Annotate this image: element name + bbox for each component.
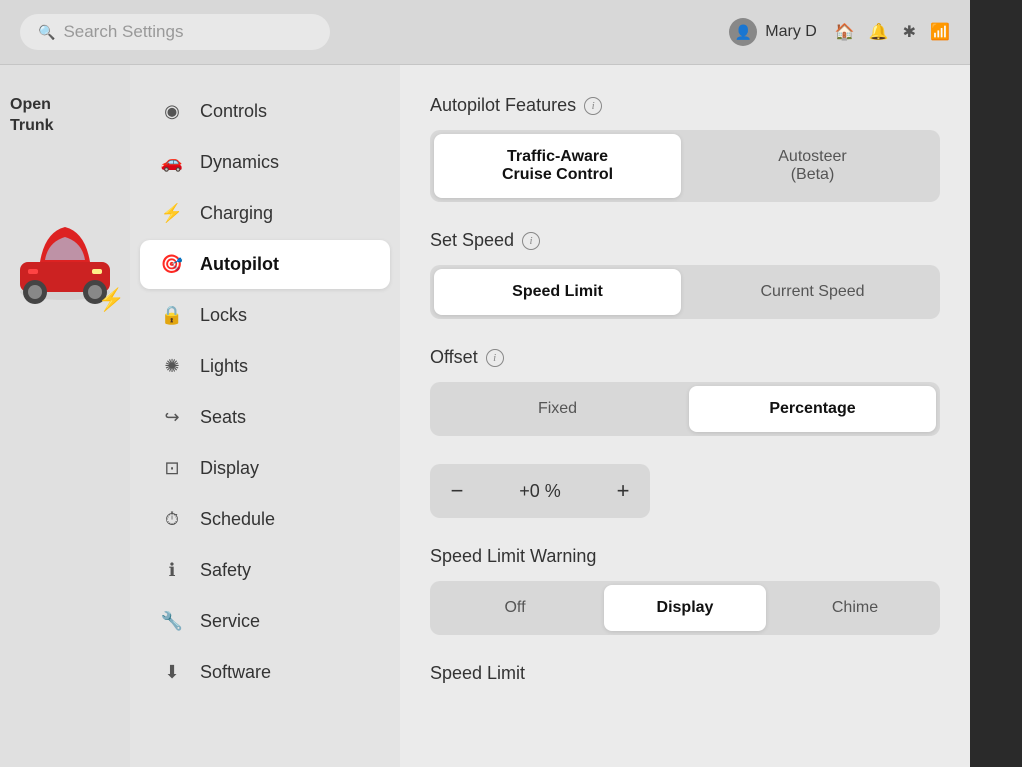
sidebar-item-charging[interactable]: ⚡ Charging — [140, 189, 390, 238]
top-bar: 🔍 Search Settings 👤 Mary D 🏠 🔔 ✱ 📶 — [0, 0, 970, 65]
sidebar-label-service: Service — [200, 611, 260, 632]
current-speed-btn[interactable]: Current Speed — [689, 269, 936, 315]
locks-icon: 🔒 — [160, 305, 184, 326]
username: Mary D — [765, 23, 817, 41]
top-icons: 🏠 🔔 ✱ 📶 — [835, 22, 950, 42]
fixed-btn[interactable]: Fixed — [434, 386, 681, 432]
sidebar-label-software: Software — [200, 662, 271, 683]
safety-icon: ℹ — [160, 560, 184, 581]
traffic-aware-cruise-control-btn[interactable]: Traffic-AwareCruise Control — [434, 134, 681, 198]
bell-icon[interactable]: 🔔 — [869, 22, 889, 42]
home-icon[interactable]: 🏠 — [835, 22, 855, 42]
controls-icon: ◉ — [160, 101, 184, 122]
sidebar-item-dynamics[interactable]: 🚗 Dynamics — [140, 138, 390, 187]
main-content: Autopilot Features i Traffic-AwareCruise… — [400, 65, 970, 767]
charging-icon: ⚡ — [160, 203, 184, 224]
sidebar-item-seats[interactable]: ↪ Seats — [140, 393, 390, 442]
sidebar-label-dynamics: Dynamics — [200, 152, 279, 173]
sidebar-label-charging: Charging — [200, 203, 273, 224]
search-area[interactable]: 🔍 Search Settings — [20, 14, 330, 50]
display-btn[interactable]: Display — [604, 585, 766, 631]
signal-icon: 📶 — [930, 22, 950, 42]
autopilot-features-info-icon[interactable]: i — [584, 97, 602, 115]
search-input[interactable]: Search Settings — [63, 22, 183, 42]
sidebar-item-safety[interactable]: ℹ Safety — [140, 546, 390, 595]
sidebar-item-lights[interactable]: ✺ Lights — [140, 342, 390, 391]
sidebar-item-display[interactable]: ⊡ Display — [140, 444, 390, 493]
lightning-bolt-icon: ⚡ — [98, 287, 125, 313]
software-icon: ⬇ — [160, 662, 184, 683]
top-bar-right: 👤 Mary D 🏠 🔔 ✱ 📶 — [729, 18, 950, 46]
autosteer-beta-btn[interactable]: Autosteer(Beta) — [689, 134, 936, 198]
chime-btn[interactable]: Chime — [774, 585, 936, 631]
user-info: 👤 Mary D — [729, 18, 817, 46]
autopilot-icon: 🎯 — [160, 254, 184, 275]
service-icon: 🔧 — [160, 611, 184, 632]
open-trunk-label: OpenTrunk — [10, 95, 130, 137]
speed-limit-warning-title: Speed Limit Warning — [430, 546, 940, 567]
sidebar-item-locks[interactable]: 🔒 Locks — [140, 291, 390, 340]
bluetooth-icon[interactable]: ✱ — [903, 22, 916, 42]
speed-limit-warning-group: Off Display Chime — [430, 581, 940, 635]
avatar: 👤 — [729, 18, 757, 46]
stepper-minus-btn[interactable]: − — [430, 464, 484, 518]
search-icon: 🔍 — [38, 24, 55, 41]
sidebar-item-service[interactable]: 🔧 Service — [140, 597, 390, 646]
speed-limit-btn[interactable]: Speed Limit — [434, 269, 681, 315]
autopilot-features-group: Traffic-AwareCruise Control Autosteer(Be… — [430, 130, 940, 202]
sidebar-item-schedule[interactable]: ⏱ Schedule — [140, 495, 390, 544]
sidebar-item-autopilot[interactable]: 🎯 Autopilot — [140, 240, 390, 289]
sidebar-item-software[interactable]: ⬇ Software — [140, 648, 390, 697]
car-panel: OpenTrunk ⚡ — [0, 65, 130, 767]
sidebar-item-controls[interactable]: ◉ Controls — [140, 87, 390, 136]
sidebar-label-controls: Controls — [200, 101, 267, 122]
set-speed-group: Speed Limit Current Speed — [430, 265, 940, 319]
offset-group: Fixed Percentage — [430, 382, 940, 436]
offset-info-icon[interactable]: i — [486, 349, 504, 367]
sidebar-label-display: Display — [200, 458, 259, 479]
offset-title: Offset i — [430, 347, 940, 368]
sidebar-label-seats: Seats — [200, 407, 246, 428]
stepper-value: +0 % — [484, 481, 596, 502]
car-image: ⚡ — [10, 197, 120, 377]
sidebar-label-schedule: Schedule — [200, 509, 275, 530]
dynamics-icon: 🚗 — [160, 152, 184, 173]
seats-icon: ↪ — [160, 407, 184, 428]
stepper-plus-btn[interactable]: + — [596, 464, 650, 518]
schedule-icon: ⏱ — [160, 509, 184, 530]
sidebar-label-lights: Lights — [200, 356, 248, 377]
display-icon: ⊡ — [160, 458, 184, 479]
sidebar-label-autopilot: Autopilot — [200, 254, 279, 275]
right-bezel — [970, 0, 1022, 767]
sidebar-label-safety: Safety — [200, 560, 251, 581]
set-speed-info-icon[interactable]: i — [522, 232, 540, 250]
open-trunk-area[interactable]: OpenTrunk — [0, 95, 130, 137]
nav-sidebar: ◉ Controls 🚗 Dynamics ⚡ Charging 🎯 Autop… — [130, 65, 400, 767]
off-btn[interactable]: Off — [434, 585, 596, 631]
sidebar-label-locks: Locks — [200, 305, 247, 326]
set-speed-title: Set Speed i — [430, 230, 940, 251]
lights-icon: ✺ — [160, 356, 184, 377]
percentage-btn[interactable]: Percentage — [689, 386, 936, 432]
autopilot-features-title: Autopilot Features i — [430, 95, 940, 116]
speed-limit-section-title: Speed Limit — [430, 663, 940, 684]
offset-stepper: − +0 % + — [430, 464, 650, 518]
